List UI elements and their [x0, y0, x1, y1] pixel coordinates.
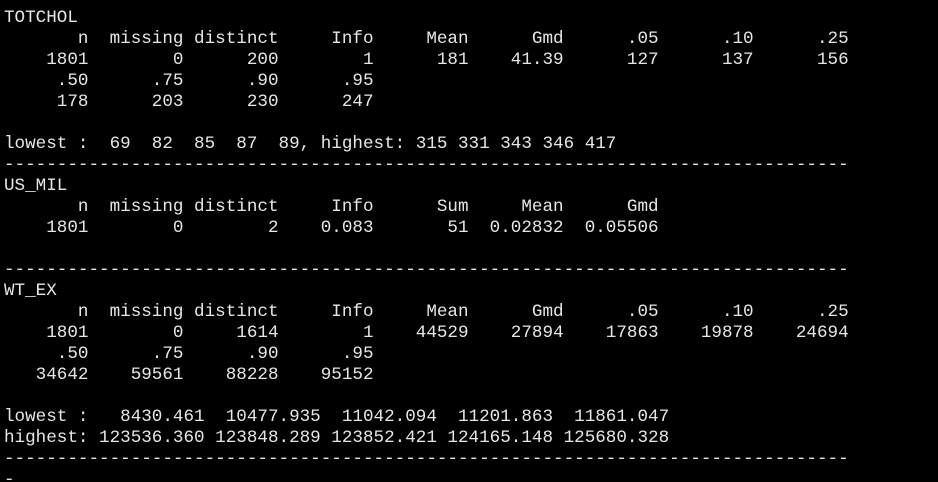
stats-header-row: n missing distinct Info Mean Gmd .05 .10…: [4, 29, 849, 49]
variable-name-totchol: TOTCHOL: [4, 8, 78, 28]
quantile-value-row: 178 203 230 247: [4, 92, 374, 112]
variable-name-us-mil: US_MIL: [4, 176, 68, 196]
next-line-partial: -: [4, 470, 26, 482]
separator-line: ----------------------------------------…: [4, 260, 849, 280]
separator-line: ----------------------------------------…: [4, 155, 849, 175]
stats-value-row: 1801 0 1614 1 44529 27894 17863 19878 24…: [4, 323, 849, 343]
stats-value-row: 1801 0 200 1 181 41.39 127 137 156: [4, 50, 849, 70]
terminal-output[interactable]: ----------------------------------------…: [0, 0, 938, 482]
quantile-value-row: 34642 59561 88228 95152: [4, 365, 374, 385]
stats-value-row: 1801 0 2 0.083 51 0.02832 0.05506: [4, 218, 659, 238]
quantile-header-row: .50 .75 .90 .95: [4, 71, 374, 91]
separator-line: ----------------------------------------…: [4, 449, 849, 469]
separator-line: ----------------------------------------…: [0, 0, 938, 8]
stats-header-row: n missing distinct Info Sum Mean Gmd: [4, 197, 659, 217]
extremes-row: lowest : 69 82 85 87 89, highest: 315 33…: [4, 134, 617, 154]
stats-header-row: n missing distinct Info Mean Gmd .05 .10…: [4, 302, 849, 322]
variable-name-wt-ex: WT_EX: [4, 281, 57, 301]
extremes-highest-row: highest: 123536.360 123848.289 123852.42…: [4, 428, 670, 448]
extremes-lowest-row: lowest : 8430.461 10477.935 11042.094 11…: [4, 407, 670, 427]
quantile-header-row: .50 .75 .90 .95: [4, 344, 374, 364]
